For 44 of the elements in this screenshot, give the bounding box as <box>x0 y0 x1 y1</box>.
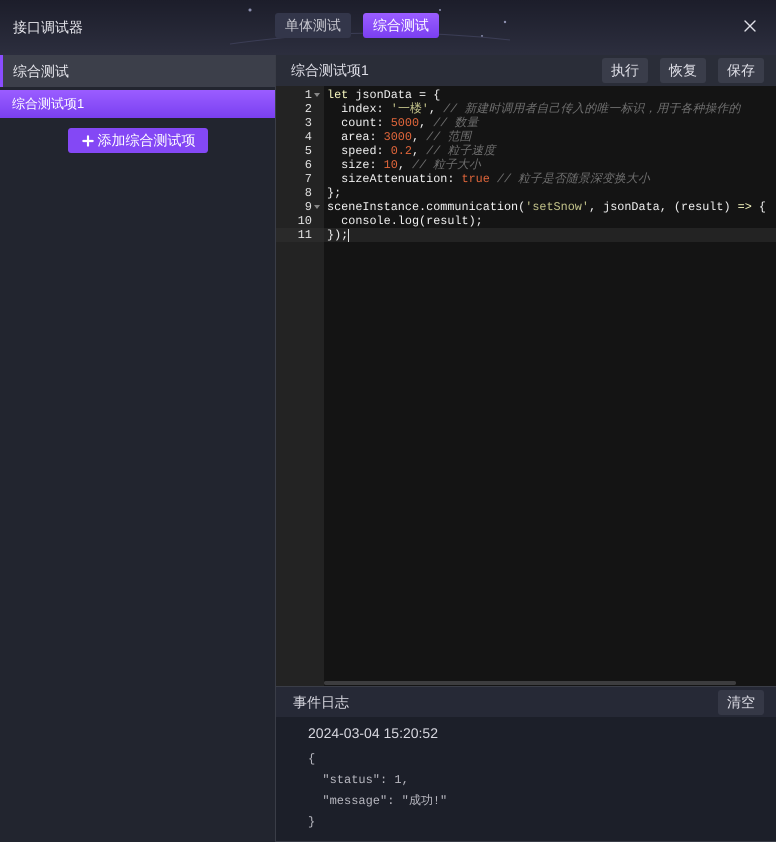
add-test-item-button[interactable]: 添加综合测试项 <box>68 128 208 153</box>
toolbar-button[interactable]: 恢复 <box>660 58 706 83</box>
line-number: 5 <box>304 144 312 158</box>
line-number: 7 <box>304 172 312 186</box>
window-title: 接口调试器 <box>13 18 83 37</box>
clear-button[interactable]: 清空 <box>718 690 764 714</box>
tab[interactable]: 单体测试 <box>275 13 351 38</box>
fold-caret-icon[interactable] <box>314 93 320 97</box>
horizontal-scrollbar[interactable] <box>324 681 736 685</box>
text-cursor <box>348 228 350 242</box>
code-line: }; <box>327 186 342 200</box>
tab[interactable]: 综合测试 <box>363 13 439 38</box>
code-line: index: '一楼', // 新建时调用者自己传入的唯一标识，用于各种操作的 <box>340 102 740 116</box>
code-line: count: 5000, // 数量 <box>340 116 478 130</box>
code-line: size: 10, // 粒子大小 <box>340 158 482 172</box>
code-line: sceneInstance.communication('setSnow', jsonData, (result) => { <box>327 200 766 214</box>
line-number: 1 <box>304 88 312 102</box>
sidebar-item[interactable]: 综合测试项1 <box>0 90 275 118</box>
log-line: "message": "成功!" <box>321 793 448 810</box>
sidebar-heading: 综合测试 <box>0 55 275 87</box>
code-line: speed: 0.2, // 粒子速度 <box>340 144 496 158</box>
log-line: } <box>308 814 316 831</box>
log-line: "status": 1, <box>321 772 410 789</box>
code-line: console.log(result); <box>340 214 483 228</box>
line-number: 8 <box>304 186 312 200</box>
code-line: sizeAttenuation: true // 粒子是否随景深变换大小 <box>340 172 650 186</box>
fold-caret-icon[interactable] <box>314 205 320 209</box>
log-line: { <box>308 751 316 768</box>
code-line: }); <box>327 228 348 242</box>
editor-title: 综合测试项1 <box>291 61 370 80</box>
line-number: 2 <box>304 102 312 116</box>
log-timestamp: 2024-03-04 15:20:52 <box>308 724 439 743</box>
toolbar-button[interactable]: 保存 <box>718 58 764 83</box>
code-line: area: 3000, // 范围 <box>340 130 472 144</box>
toolbar-button[interactable]: 执行 <box>602 58 648 83</box>
line-number: 3 <box>304 116 312 130</box>
plus-icon <box>80 132 96 148</box>
line-number: 11 <box>298 228 312 242</box>
line-number: 6 <box>304 158 312 172</box>
line-number: 4 <box>304 130 312 144</box>
event-log-title: 事件日志 <box>293 692 350 712</box>
code-line: let jsonData = { <box>327 88 440 102</box>
line-number: 10 <box>298 214 312 228</box>
line-number: 9 <box>304 200 312 214</box>
